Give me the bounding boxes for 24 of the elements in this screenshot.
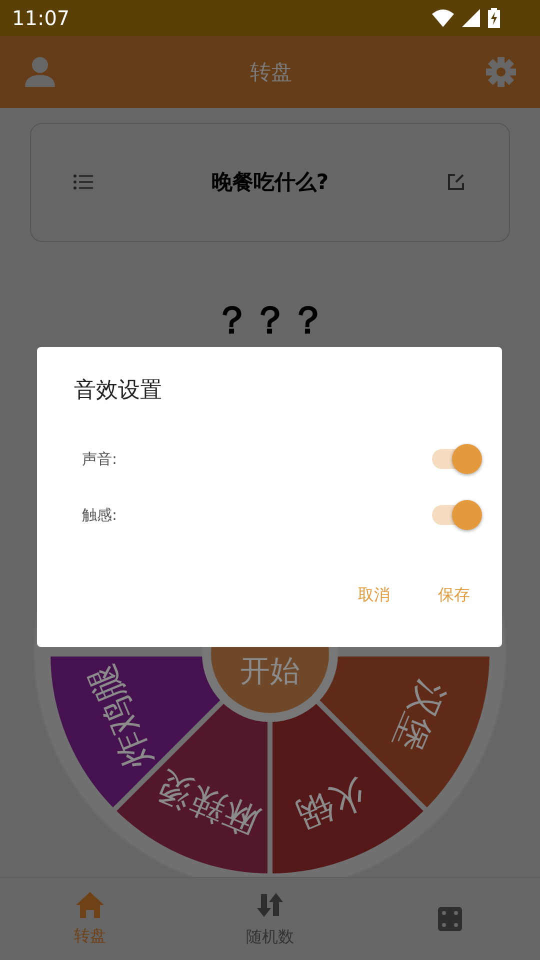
segment-label: 火锅 xyxy=(290,770,373,836)
list-icon[interactable] xyxy=(73,174,93,190)
option-label: 触感: xyxy=(82,506,118,524)
home-icon xyxy=(76,892,104,918)
dialog-button[interactable]: 保存 xyxy=(426,577,482,614)
nav-tab[interactable]: 转盘 xyxy=(0,878,180,960)
result-text: ？？？ xyxy=(213,296,327,344)
dialog-title: 音效设置 xyxy=(74,377,163,405)
swap-arrows-icon xyxy=(256,890,284,918)
signal-icon xyxy=(462,9,480,27)
user-icon[interactable] xyxy=(24,56,56,88)
toggle-switch[interactable] xyxy=(432,444,482,474)
settings-icon[interactable] xyxy=(486,57,516,87)
toggle-switch[interactable] xyxy=(432,500,482,530)
dice-icon xyxy=(438,907,462,931)
wifi-icon xyxy=(432,9,454,27)
app-title: 转盘 xyxy=(250,59,292,86)
option-label: 声音: xyxy=(82,450,118,468)
edit-icon[interactable] xyxy=(447,173,465,192)
clock-time: 11:07 xyxy=(12,6,70,30)
topic-title: 晚餐吃什么? xyxy=(211,169,329,196)
battery-icon xyxy=(488,8,500,28)
segment-label: 汉堡 xyxy=(386,674,452,757)
dialog-button[interactable]: 取消 xyxy=(346,577,402,614)
